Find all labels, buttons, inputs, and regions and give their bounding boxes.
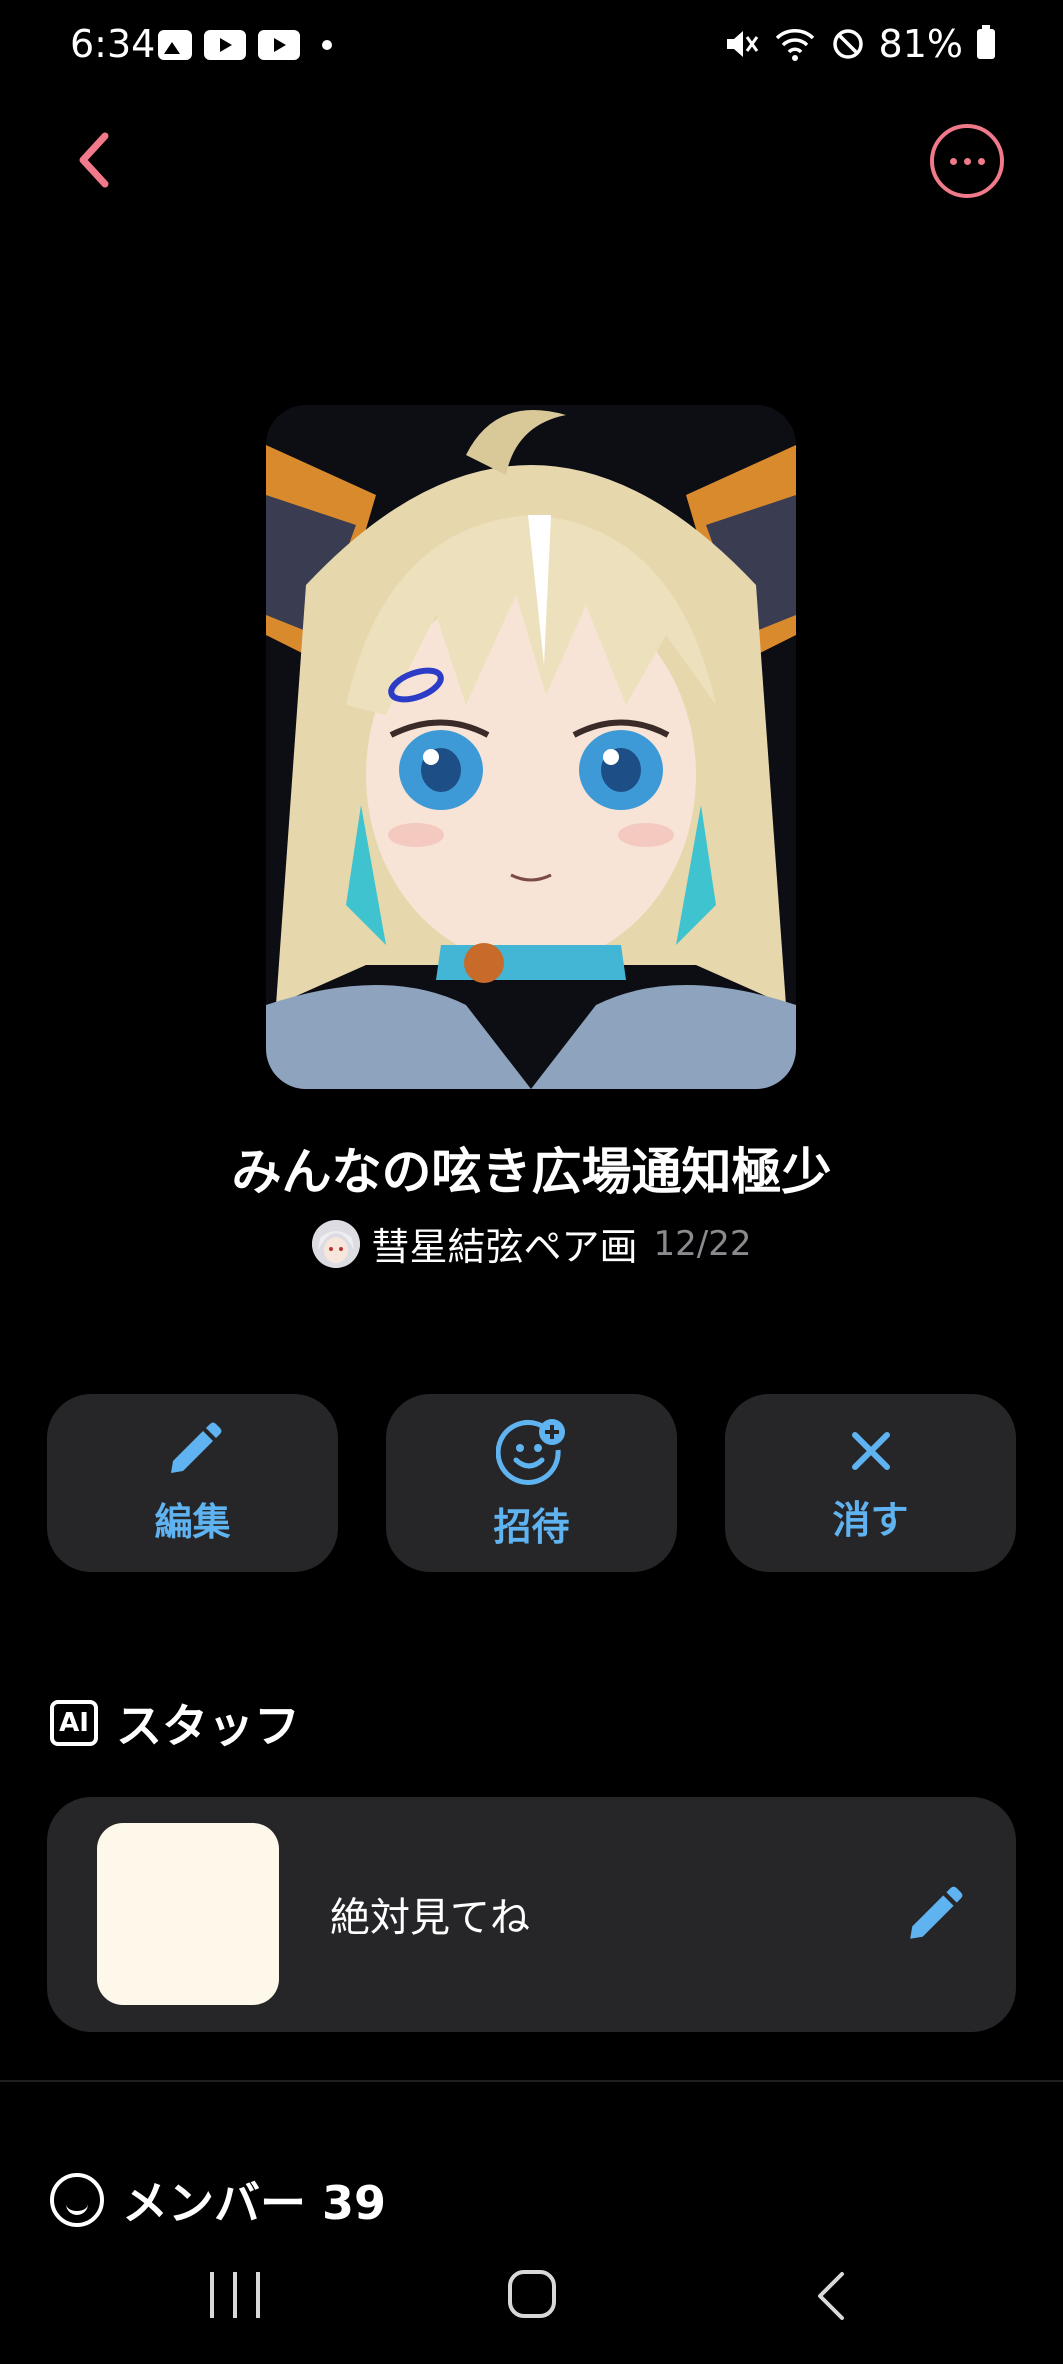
members-icon	[50, 2173, 104, 2227]
ai-badge-icon: AI	[50, 1700, 98, 1746]
staff-thumbnail	[97, 1823, 279, 2005]
system-back-button[interactable]	[812, 2270, 852, 2322]
wifi-icon	[775, 29, 814, 61]
edit-button-label: 編集	[154, 1499, 231, 1544]
group-cover-image[interactable]	[266, 405, 796, 1089]
dismiss-button-label: 消す	[832, 1497, 909, 1542]
pencil-icon	[170, 1422, 221, 1473]
status-notification-icons	[158, 30, 332, 60]
action-buttons: 編集 招待 消す	[47, 1394, 1016, 1572]
home-button[interactable]	[508, 2270, 556, 2318]
section-divider	[0, 2080, 1063, 2082]
avatar	[311, 1219, 360, 1268]
members-section-header: メンバー 39	[50, 2170, 386, 2230]
staff-item-name: 絶対見てね	[330, 1895, 530, 1941]
notification-dot-icon	[322, 40, 332, 50]
edit-button[interactable]: 編集	[47, 1394, 338, 1572]
staff-section-title: スタッフ	[116, 1699, 300, 1753]
chevron-left-icon	[79, 132, 109, 188]
do-not-disturb-icon	[832, 29, 863, 59]
group-title: みんなの呟き広場通知極少	[231, 1143, 832, 1201]
battery-percent: 81%	[878, 22, 963, 66]
invite-button-label: 招待	[493, 1504, 570, 1549]
more-options-button[interactable]	[930, 124, 1004, 198]
more-options-icon	[949, 157, 957, 165]
anime-girl-illustration	[266, 405, 796, 1089]
back-button[interactable]	[60, 120, 130, 200]
status-system-icons: 81%	[723, 22, 995, 66]
battery-icon	[977, 25, 995, 59]
gallery-icon	[158, 30, 192, 60]
group-owner-row[interactable]: 彗星結弦ペア画 12/22	[0, 1216, 1063, 1271]
dismiss-button[interactable]: 消す	[725, 1394, 1016, 1572]
close-icon	[851, 1431, 890, 1470]
youtube-icon	[204, 30, 246, 60]
members-section-title: メンバー 39	[122, 2176, 387, 2230]
system-navigation-bar	[0, 2232, 1063, 2364]
staff-item-card[interactable]: 絶対見てね	[47, 1797, 1016, 2032]
status-time: 6:34	[70, 22, 156, 66]
youtube-icon	[258, 30, 300, 60]
invite-icon	[495, 1418, 565, 1485]
status-bar: 6:34 81%	[0, 0, 1063, 96]
staff-section-header: AI スタッフ	[50, 1690, 300, 1756]
invite-button[interactable]: 招待	[386, 1394, 677, 1572]
pencil-icon[interactable]	[904, 1883, 966, 1945]
mute-icon	[726, 31, 758, 57]
group-date: 12/22	[653, 1223, 752, 1264]
owner-name: 彗星結弦ペア画	[371, 1225, 638, 1269]
recents-button[interactable]	[210, 2272, 260, 2318]
